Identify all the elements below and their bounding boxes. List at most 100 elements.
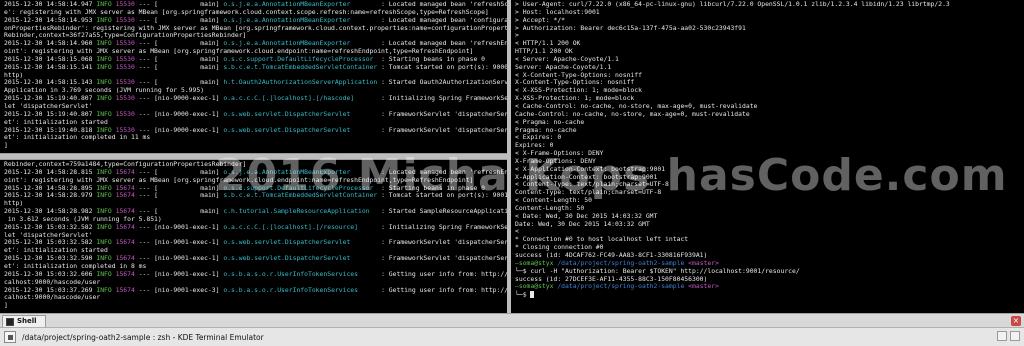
shell-prompt: —soma@styx /data/project/spring-oath2-sa…	[515, 282, 1020, 291]
log-message: : Initializing Spring FrameworkServ	[354, 94, 507, 103]
log-logger: o.s.j.e.a.AnnotationMBeanExporter	[223, 15, 351, 24]
log-text: let 'dispatcherServlet'	[4, 101, 93, 110]
close-tab-icon[interactable]: ×	[1011, 316, 1021, 326]
terminal-pane-bottom-left[interactable]: Rebinder,context=759a1484,type=Configura…	[0, 160, 507, 313]
log-text: Rebinder,context=36f27a55,type=Configura…	[4, 31, 247, 40]
log-level: INFO	[96, 207, 116, 216]
log-pid: 15530	[115, 0, 135, 8]
log-message: : Tomcat started on port(s): 9001 (	[377, 191, 507, 200]
log-pid: 15530	[115, 62, 135, 71]
log-message: : Started Oauth2AuthorizationServer	[377, 78, 507, 87]
log-text: onPropertiesRebinder': registering with …	[4, 23, 507, 32]
log-thread: --- [ main]	[134, 62, 224, 71]
active-prompt-line[interactable]: └─$	[515, 291, 1020, 299]
log-text: Rebinder,context=759a1484,type=Configura…	[4, 160, 247, 168]
log-text: oint': registering with JMX server as MB…	[4, 47, 474, 56]
terminal-pane-right[interactable]: > User-Agent: curl/7.22.0 (x86_64-pc-lin…	[511, 0, 1020, 313]
log-message: : Started SampleResourceApplication	[369, 207, 507, 216]
log-logger: o.a.c.c.C.[.[localhost].[/resource]	[223, 222, 359, 231]
log-timestamp: 2015-12-30 14:58:28.815	[4, 167, 97, 176]
log-pid: 15674	[115, 183, 135, 192]
prompt-branch: <master>	[684, 258, 719, 267]
log-level: INFO	[96, 78, 116, 87]
log-level: INFO	[96, 238, 116, 247]
log-message: : Located managed bean 'refreshEndp	[350, 167, 507, 176]
log-thread: --- [ main]	[134, 15, 224, 24]
log-timestamp: 2015-12-30 14:58:14.960	[4, 39, 97, 48]
log-thread: --- [nio-9001-exec-1]	[134, 269, 224, 278]
log-thread: --- [nio-9001-exec-1]	[134, 238, 224, 247]
log-thread: --- [ main]	[134, 54, 224, 63]
log-thread: --- [ main]	[134, 78, 224, 87]
log-line: 2015-12-30 14:58:15.141 INFO 15530 --- […	[4, 62, 507, 72]
log-pid: 15674	[115, 254, 135, 263]
log-level: INFO	[96, 285, 116, 294]
text-cursor	[530, 291, 535, 299]
log-timestamp: 2015-12-30 15:03:32.590	[4, 254, 97, 263]
minimize-icon[interactable]	[997, 331, 1007, 341]
log-logger: o.s.c.support.DefaultLifecycleProcessor	[223, 183, 374, 192]
log-timestamp: 2015-12-30 14:58:14.947	[4, 0, 97, 8]
log-text: calhost:9000/hascode/user	[4, 277, 101, 286]
log-text: Application in 3.769 seconds (JVM runnin…	[4, 86, 205, 95]
log-logger: s.b.c.e.t.TomcatEmbeddedServletContainer	[223, 62, 378, 71]
tab-bar: Shell ×	[0, 313, 1024, 327]
log-pid: 15530	[115, 94, 135, 103]
log-text: et': initialization started	[4, 117, 108, 126]
terminal-icon	[6, 317, 14, 326]
terminal-pane-top-left[interactable]: 2015-12-30 14:58:14.947 INFO 15530 --- […	[0, 0, 507, 153]
log-pid: 15530	[115, 125, 135, 134]
log-timestamp: 2015-12-30 15:03:37.269	[4, 285, 97, 294]
log-timestamp: 2015-12-30 14:58:28.982	[4, 207, 97, 216]
log-logger: o.s.j.e.a.AnnotationMBeanExporter	[223, 39, 351, 48]
log-message: : FrameworkServlet 'dispatcherServl	[350, 109, 507, 118]
log-timestamp: 2015-12-30 14:58:28.895	[4, 183, 97, 192]
log-logger: o.s.web.servlet.DispatcherServlet	[223, 254, 351, 263]
tab-label: Shell	[17, 317, 37, 325]
log-level: INFO	[96, 94, 116, 103]
log-level: INFO	[96, 191, 116, 200]
log-message: : FrameworkServlet 'dispatcherServl	[350, 254, 507, 263]
curl-output-line: < Pragma: no-cache	[515, 117, 585, 126]
log-logger: o.s.web.servlet.DispatcherServlet	[223, 125, 351, 134]
log-level: INFO	[96, 62, 116, 71]
maximize-icon[interactable]	[1010, 331, 1020, 341]
prompt-path: /data/project/spring-oath2-sample	[553, 258, 685, 267]
log-message: : Getting user info from: http://lo	[358, 285, 507, 294]
log-thread: --- [ main]	[134, 167, 224, 176]
prompt-path: /data/project/spring-oath2-sample	[553, 282, 685, 291]
log-thread: --- [nio-9001-exec-1]	[134, 222, 224, 231]
curl-output-line: > Host: localhost:9001	[515, 7, 600, 16]
log-logger: s.b.c.e.t.TomcatEmbeddedServletContainer	[223, 191, 378, 200]
log-text: ]	[4, 141, 8, 150]
log-timestamp: 2015-12-30 15:03:32.582	[4, 238, 97, 247]
tab-shell[interactable]: Shell	[2, 315, 46, 327]
horizontal-split-divider[interactable]	[0, 153, 507, 160]
log-pid: 15530	[115, 78, 135, 87]
log-timestamp: 2015-12-30 15:03:32.582	[4, 222, 97, 231]
log-text: http)	[4, 199, 24, 208]
log-message: : Getting user info from: http://lo	[358, 269, 507, 278]
log-thread: --- [ main]	[134, 0, 224, 8]
log-level: INFO	[96, 167, 116, 176]
window-controls	[980, 331, 1020, 343]
log-thread: --- [nio-9001-exec-1]	[134, 254, 224, 263]
log-logger: o.s.c.support.DefaultLifecycleProcessor	[223, 54, 374, 63]
log-timestamp: 2015-12-30 15:03:32.606	[4, 269, 97, 278]
log-thread: --- [nio-9000-exec-1]	[134, 109, 224, 118]
log-text: let 'dispatcherServlet'	[4, 230, 93, 239]
window-menu-icon[interactable]	[4, 331, 16, 343]
log-timestamp: 2015-12-30 14:58:28.979	[4, 191, 97, 200]
log-pid: 15530	[115, 109, 135, 118]
log-logger: o.s.b.a.s.o.r.UserInfoTokenServices	[223, 285, 359, 294]
taskbar: /data/project/spring-oath2-sample : zsh …	[0, 327, 1024, 346]
log-thread: --- [nio-9000-exec-1]	[134, 94, 224, 103]
log-pid: 15674	[115, 207, 135, 216]
log-thread: --- [nio-9000-exec-1]	[134, 125, 224, 134]
log-thread: --- [ main]	[134, 207, 224, 216]
log-line: calhost:9000/hascode/user	[4, 293, 507, 302]
log-timestamp: 2015-12-30 15:19:40.807	[4, 94, 97, 103]
log-text: et': initialization completed in 11 ms	[4, 133, 151, 142]
log-level: INFO	[96, 254, 116, 263]
log-timestamp: 2015-12-30 14:58:15.068	[4, 54, 97, 63]
